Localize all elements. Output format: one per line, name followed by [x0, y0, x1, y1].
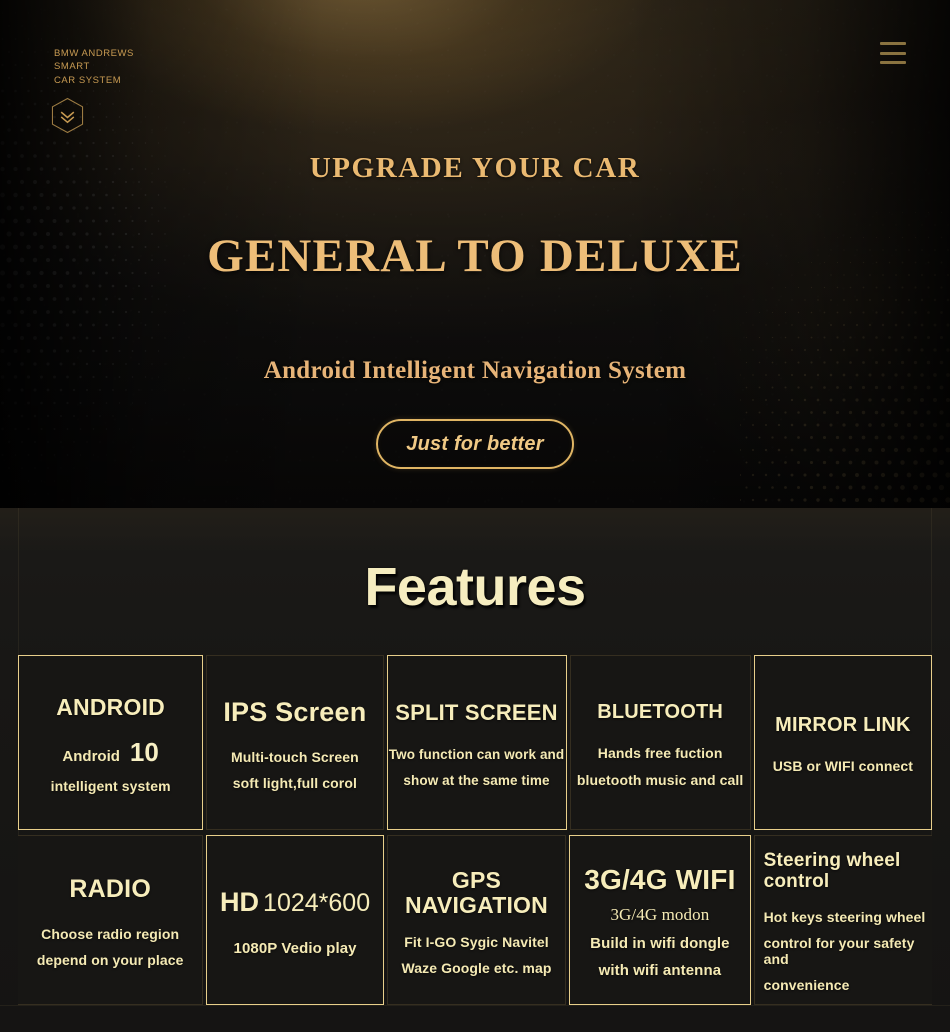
feature-line: USB or WIFI connect — [772, 758, 914, 775]
android-version-number: 10 — [129, 736, 159, 767]
feature-cell-bluetooth[interactable]: BLUETOOTH Hands free fuction bluetooth m… — [569, 655, 751, 830]
feature-title: 3G/4G WIFI — [584, 863, 736, 895]
hamburger-bar-3 — [880, 61, 906, 64]
hamburger-bar-2 — [880, 51, 906, 55]
feature-line: control for your safety and — [763, 934, 915, 967]
feature-line-serif: 3G/4G modon — [610, 905, 710, 925]
brand-line-1: BMW ANDREWS — [54, 48, 134, 59]
feature-line: bluetooth music and call — [576, 771, 744, 788]
feature-title: Steering wheel control — [763, 849, 901, 892]
feature-line: Two function can work and — [388, 747, 565, 763]
feature-cell-hd-resolution[interactable]: HD 1024*600 1080P Vedio play — [206, 835, 384, 1005]
feature-cell-split-screen[interactable]: SPLIT SCREEN Two function can work and s… — [386, 655, 567, 830]
hd-label: HD — [220, 886, 260, 917]
hero-section: BMW ANDREWS SMART CAR SYSTEM UPGRADE YOU… — [0, 0, 950, 508]
feature-line: Hands free fuction — [597, 745, 723, 762]
android-version-label: Android — [62, 747, 120, 765]
brand-line-2: SMART — [54, 61, 90, 73]
feature-cell-3g-4g-wifi[interactable]: 3G/4G WIFI 3G/4G modon Build in wifi don… — [569, 835, 751, 1005]
feature-line: Waze Google etc. map — [401, 959, 552, 976]
feature-line: Hot keys steering wheel — [763, 908, 926, 925]
feature-title: ANDROID — [56, 694, 165, 721]
landing-page: BMW ANDREWS SMART CAR SYSTEM UPGRADE YOU… — [0, 0, 950, 1032]
feature-line: soft light,full corol — [232, 775, 357, 792]
feature-line: Choose radio region — [41, 925, 180, 942]
brand-line-3: CAR SYSTEM — [54, 74, 122, 86]
feature-title: IPS Screen — [223, 696, 367, 727]
hamburger-bar-1 — [880, 42, 906, 45]
hero-cta-wrapper: Just for better — [0, 419, 950, 469]
feature-line: convenience — [763, 976, 850, 993]
page-bottom-strip — [0, 1005, 950, 1032]
feature-title: RADIO — [69, 875, 151, 904]
feature-title: BLUETOOTH — [597, 701, 724, 724]
feature-line: Build in wifi dongle — [590, 934, 730, 952]
features-row-1: ANDROID Android 10 intelligent system IP… — [18, 655, 933, 830]
feature-line: show at the same time — [403, 772, 550, 788]
feature-cell-radio[interactable]: RADIO Choose radio region depend on your… — [18, 835, 204, 1005]
feature-line: 1080P Vedio play — [233, 939, 357, 957]
feature-line: depend on your place — [36, 951, 184, 968]
features-section: Features ANDROID Android 10 intelligent … — [0, 508, 950, 1032]
features-row-2: RADIO Choose radio region depend on your… — [18, 835, 932, 1005]
feature-line: Multi-touch Screen — [230, 749, 359, 766]
feature-title: SPLIT SCREEN — [395, 699, 558, 725]
hero-subheadline: Android Intelligent Navigation System — [263, 357, 687, 384]
features-heading: Features — [364, 557, 586, 617]
feature-title: HD 1024*600 — [220, 887, 370, 918]
feature-cell-steering-wheel-control[interactable]: Steering wheel control Hot keys steering… — [753, 835, 932, 1005]
hamburger-menu-button[interactable] — [880, 42, 906, 64]
android-version-row: Android 10 — [62, 737, 158, 768]
hd-resolution: 1024*600 — [263, 888, 371, 917]
feature-title: GPS NAVIGATION — [404, 867, 548, 918]
feature-cell-mirror-link[interactable]: MIRROR LINK USB or WIFI connect — [753, 655, 933, 830]
hero-headline: GENERAL TO DELUXE — [207, 230, 743, 282]
feature-line: Fit I-GO Sygic Navitel — [404, 933, 549, 950]
hexagon-chevron-down-icon[interactable] — [51, 97, 84, 134]
hero-copy-block: UPGRADE YOUR CAR GENERAL TO DELUXE Andro… — [0, 0, 950, 469]
feature-cell-ips-screen[interactable]: IPS Screen Multi-touch Screen soft light… — [206, 655, 384, 830]
feature-cell-android[interactable]: ANDROID Android 10 intelligent system — [18, 655, 204, 830]
feature-line: with wifi antenna — [598, 962, 722, 980]
just-for-better-button[interactable]: Just for better — [376, 419, 574, 469]
feature-cell-gps-navigation[interactable]: GPS NAVIGATION Fit I-GO Sygic Navitel Wa… — [386, 835, 567, 1005]
feature-line: intelligent system — [50, 777, 171, 794]
features-grid: ANDROID Android 10 intelligent system IP… — [18, 655, 933, 1005]
feature-title: MIRROR LINK — [775, 714, 911, 737]
brand-logo-text[interactable]: BMW ANDREWS SMART CAR SYSTEM — [54, 47, 134, 87]
hero-eyebrow: UPGRADE YOUR CAR — [309, 152, 641, 184]
